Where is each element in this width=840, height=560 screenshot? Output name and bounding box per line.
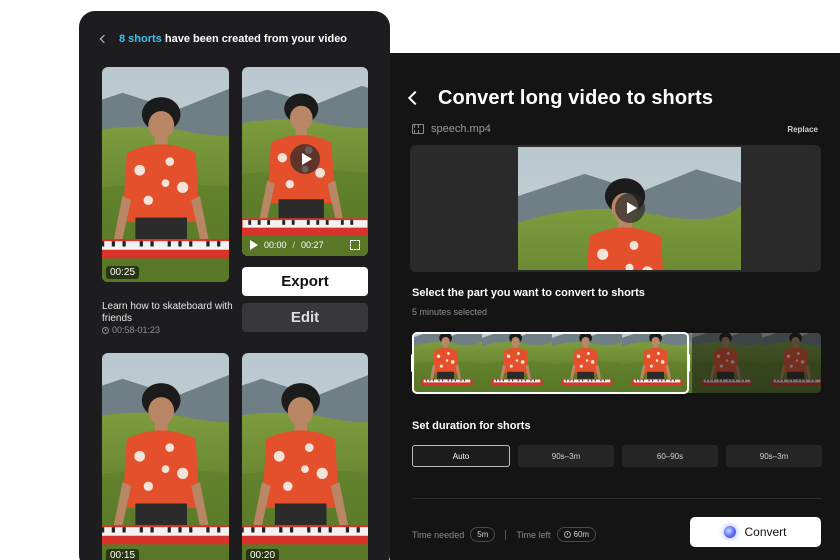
current-time: 00:00: [264, 240, 287, 250]
file-row: speech.mp4 Replace: [412, 123, 818, 135]
filmstrip-frame: [762, 333, 821, 393]
separator: [505, 529, 507, 540]
time-left-label: Time left: [516, 529, 551, 540]
short-clip-thumbnail-selected[interactable]: 00:00 / 00:27: [242, 67, 368, 256]
result-header: 8 shorts have been created from your vid…: [99, 33, 348, 45]
edit-button[interactable]: Edit: [242, 303, 368, 332]
time-needed-label: Time needed: [412, 529, 465, 540]
convert-panel: Convert long video to shorts speech.mp4 …: [390, 53, 840, 560]
fullscreen-icon[interactable]: [350, 240, 360, 250]
play-small-icon[interactable]: [250, 240, 258, 250]
duration-title: Set duration for shorts: [412, 420, 531, 432]
selected-info: 5 minutes selected: [412, 307, 488, 317]
clip-timerange: 00:58-01:23: [102, 325, 160, 335]
duration-options: Auto 90s–3m 60–90s 90s–3m: [412, 445, 822, 467]
back-chevron-icon[interactable]: [99, 34, 109, 44]
duration-option-90s-3m[interactable]: 90s–3m: [518, 445, 614, 467]
time-info: Time needed 5m Time left 60m: [412, 527, 597, 542]
select-part-title: Select the part you want to convert to s…: [412, 287, 645, 299]
play-icon[interactable]: [615, 193, 645, 223]
film-icon: [412, 124, 424, 134]
divider: [412, 498, 822, 499]
selection-end-handle[interactable]: [687, 354, 690, 372]
duration-option-auto[interactable]: Auto: [412, 445, 510, 467]
player-controls: 00:00 / 00:27: [250, 240, 360, 250]
back-chevron-icon[interactable]: [407, 90, 423, 106]
convert-label: Convert: [744, 525, 787, 539]
ai-sparkle-icon: [724, 526, 737, 538]
convert-button[interactable]: Convert: [690, 517, 821, 547]
duration-option-60-90s[interactable]: 60–90s: [622, 445, 718, 467]
duration-option-90s-3m-alt[interactable]: 90s–3m: [726, 445, 822, 467]
result-title: 8 shorts have been created from your vid…: [119, 33, 348, 45]
panel-header: Convert long video to shorts: [406, 83, 713, 113]
shorts-result-panel: 8 shorts have been created from your vid…: [79, 11, 390, 560]
time-left-badge: 60m: [556, 527, 597, 542]
selection-start-handle[interactable]: [411, 354, 414, 372]
clock-icon: [102, 326, 109, 334]
filmstrip-frame: [692, 333, 762, 393]
short-clip-thumbnail[interactable]: 00:15: [102, 353, 229, 560]
page-title: Convert long video to shorts: [438, 86, 714, 109]
clock-icon: [563, 531, 571, 538]
short-clip-thumbnail[interactable]: 00:25: [102, 67, 229, 282]
total-time: 00:27: [301, 240, 324, 250]
replace-button[interactable]: Replace: [787, 125, 818, 134]
video-preview[interactable]: [410, 145, 821, 272]
clip-duration: 00:25: [106, 266, 140, 279]
export-button[interactable]: Export: [242, 267, 368, 296]
time-needed-badge: 5m: [470, 527, 496, 542]
clip-duration: 00:20: [246, 549, 280, 560]
file-name: speech.mp4: [431, 123, 491, 135]
timeline-selection[interactable]: [411, 332, 690, 394]
play-icon[interactable]: [290, 144, 320, 174]
short-clip-thumbnail[interactable]: 00:20: [242, 353, 368, 560]
clip-duration: 00:15: [106, 549, 140, 560]
clip-caption: Learn how to skateboard with friends: [102, 301, 233, 324]
